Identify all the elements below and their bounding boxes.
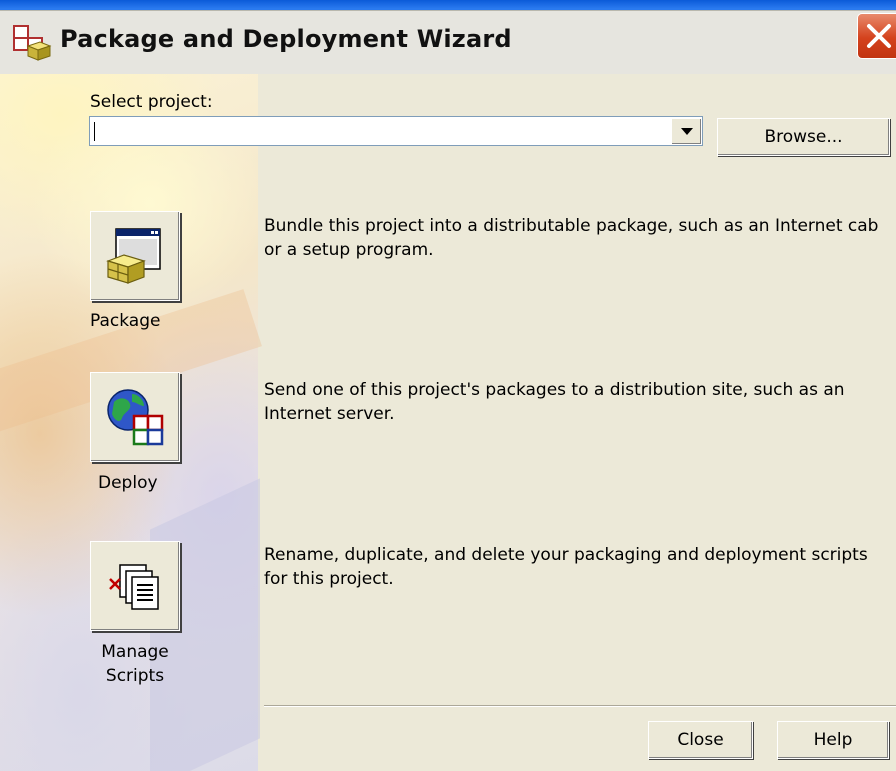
deploy-globe-icon (107, 389, 164, 446)
package-label: Package (90, 311, 161, 331)
select-project-label: Select project: (90, 92, 213, 112)
package-icon (106, 228, 161, 284)
deploy-description: Send one of this project's packages to a… (264, 380, 845, 424)
deploy-label: Deploy (98, 473, 158, 493)
window-close-button[interactable] (857, 13, 896, 59)
manage-scripts-button[interactable] (90, 541, 180, 631)
window-title: Package and Deployment Wizard (60, 25, 512, 53)
close-button[interactable]: Close (648, 721, 753, 759)
dropdown-arrow-button[interactable] (671, 118, 701, 144)
help-button[interactable]: Help (777, 721, 889, 759)
separator (264, 705, 896, 707)
package-description: Bundle this project into a distributable… (264, 216, 879, 260)
browse-button[interactable]: Browse... (717, 118, 890, 156)
text-caret (94, 122, 95, 141)
manage-scripts-label-line2: Scripts (105, 666, 165, 686)
manage-scripts-description: Rename, duplicate, and delete your packa… (264, 545, 868, 589)
close-icon (867, 24, 891, 48)
deploy-button[interactable] (90, 372, 180, 462)
package-app-icon (12, 24, 52, 62)
scripts-documents-icon (109, 564, 159, 610)
client-area: Select project: Browse... Package Bundle… (0, 74, 896, 771)
chevron-down-icon (681, 128, 693, 135)
manage-scripts-label-line1: Manage (101, 642, 169, 662)
package-button[interactable] (90, 211, 180, 301)
project-combobox[interactable] (89, 116, 703, 146)
manage-scripts-label: Manage Scripts (95, 640, 175, 688)
wizard-window: Package and Deployment Wizard Select pro… (0, 0, 896, 771)
